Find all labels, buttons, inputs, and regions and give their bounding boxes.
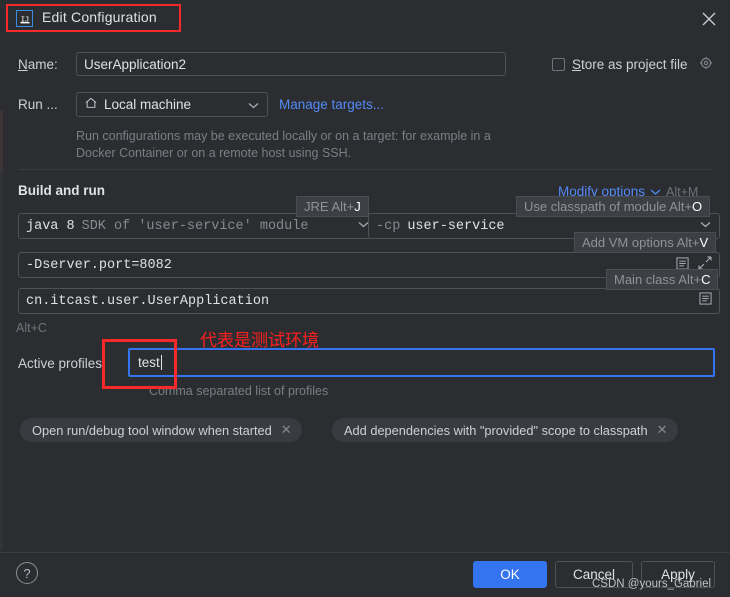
- section-divider: [18, 169, 712, 170]
- option-chip-open-run-debug-tool-window[interactable]: Open run/debug tool window when started …: [20, 418, 302, 442]
- overlay-vm-shortcut: Add VM options Alt+V: [574, 232, 717, 253]
- jre-value-detail: SDK of 'user-service' module: [81, 218, 309, 234]
- build-and-run-heading: Build and run: [18, 183, 105, 198]
- manage-targets-link[interactable]: Manage targets...: [279, 97, 384, 112]
- main-class-input[interactable]: cn.itcast.user.UserApplication: [18, 288, 720, 314]
- overlay-main-key: C: [701, 272, 711, 287]
- store-as-project-file-checkbox[interactable]: [552, 58, 565, 71]
- close-icon[interactable]: ✕: [657, 422, 668, 438]
- chevron-down-icon: [248, 97, 259, 112]
- main-class-icons: [699, 292, 712, 308]
- overlay-classpath-shortcut: Use classpath of module Alt+O: [516, 196, 711, 217]
- page-title: Edit Configuration: [42, 9, 157, 25]
- overlay-jre-shortcut: JRE Alt+J: [296, 196, 369, 217]
- overlay-main-class-shortcut: Main class Alt+C: [606, 269, 719, 290]
- classpath-prefix: -cp: [376, 218, 401, 234]
- list-icon[interactable]: [699, 292, 712, 308]
- title-bar: IJ Edit Configuration: [0, 0, 730, 36]
- name-label-mnemonic: N: [18, 57, 28, 72]
- close-icon[interactable]: ✕: [281, 422, 292, 438]
- name-label-rest: ame:: [27, 57, 58, 72]
- overlay-stray-shortcut: Alt+C: [16, 321, 47, 335]
- chip-label: Add dependencies with "provided" scope t…: [344, 422, 648, 438]
- name-label: Name:: [18, 57, 58, 72]
- option-chip-add-provided-dependencies[interactable]: Add dependencies with "provided" scope t…: [332, 418, 678, 442]
- overlay-classpath-key: O: [692, 199, 703, 214]
- watermark: CSDN @yours_Gabriel: [592, 578, 712, 590]
- gear-icon[interactable]: [699, 56, 713, 73]
- home-icon: [84, 96, 98, 113]
- ok-button[interactable]: OK: [473, 561, 547, 588]
- overlay-jre-text: JRE Alt+: [304, 199, 355, 214]
- left-edge-scrollbar[interactable]: [0, 110, 3, 550]
- run-target-combo[interactable]: Local machine: [76, 92, 268, 117]
- help-button[interactable]: ?: [16, 562, 38, 584]
- store-as-project-file-label: Store as project file: [572, 57, 688, 72]
- classpath-value: user-service: [407, 218, 505, 234]
- overlay-jre-key: J: [354, 199, 361, 214]
- name-input[interactable]: UserApplication2: [76, 52, 506, 76]
- overlay-classpath-text: Use classpath of module Alt+: [524, 199, 693, 214]
- main-class-value: cn.itcast.user.UserApplication: [26, 293, 270, 309]
- run-target-description: Run configurations may be executed local…: [76, 129, 491, 160]
- jre-value-main: java 8: [26, 218, 75, 234]
- active-profiles-label: Active profiles:: [18, 356, 106, 371]
- name-input-value: UserApplication2: [84, 56, 187, 72]
- run-target-value: Local machine: [104, 97, 192, 112]
- active-profiles-input[interactable]: test: [128, 348, 715, 377]
- intellij-idea-icon: IJ: [16, 10, 33, 27]
- chinese-annotation-note: 代表是测试环境: [200, 331, 319, 351]
- store-as-project-file-row[interactable]: Store as project file: [552, 56, 713, 73]
- run-on-label: Run ...: [18, 97, 58, 112]
- overlay-vm-key: V: [699, 235, 709, 250]
- overlay-main-text: Main class Alt+: [614, 272, 702, 287]
- close-icon[interactable]: [698, 8, 720, 30]
- store-label-rest: tore as project file: [581, 57, 688, 72]
- overlay-vm-text: Add VM options Alt+: [582, 235, 700, 250]
- footer-divider: [0, 552, 730, 553]
- store-label-mnemonic: S: [572, 57, 582, 72]
- active-profiles-annotation-box: [102, 339, 177, 389]
- vm-options-value: -Dserver.port=8082: [26, 257, 172, 273]
- chip-label: Open run/debug tool window when started: [32, 422, 272, 438]
